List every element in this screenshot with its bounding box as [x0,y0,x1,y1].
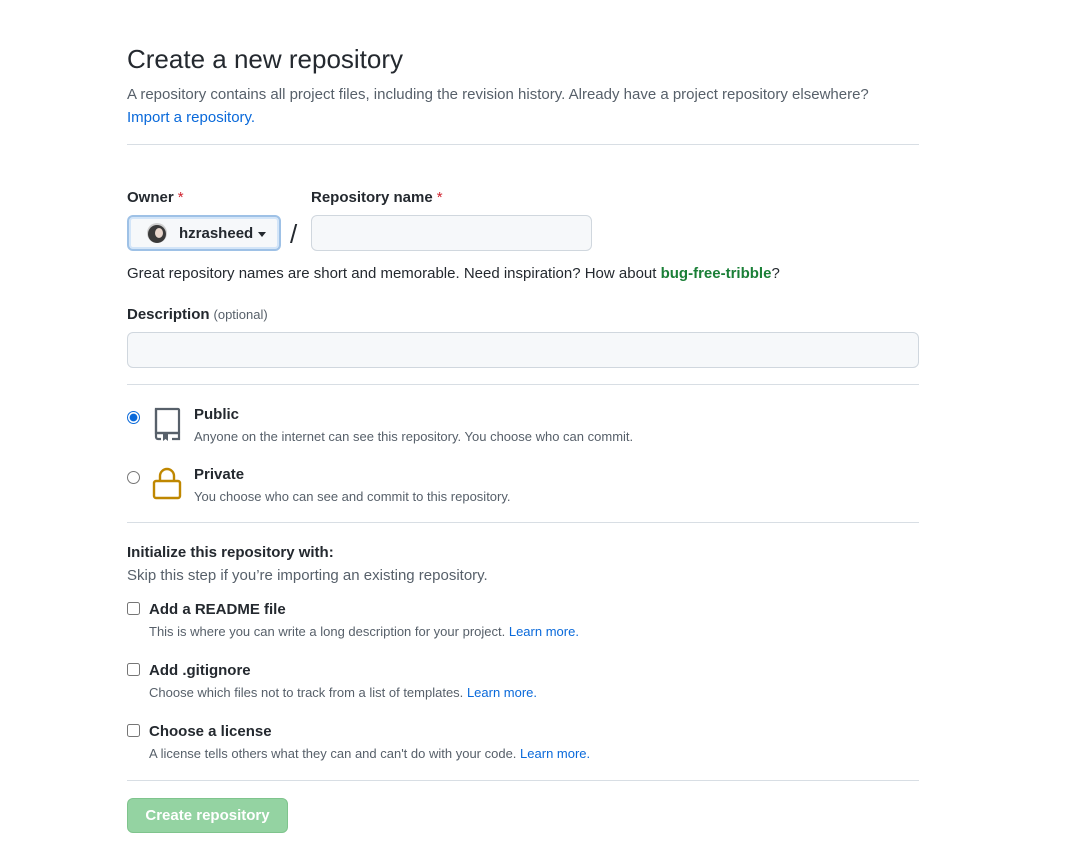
private-description: You choose who can see and commit to thi… [194,489,511,504]
name-hint: Great repository names are short and mem… [127,265,780,282]
readme-description: This is where you can write a long descr… [149,624,579,639]
repo-name-label: Repository name * [311,189,443,206]
owner-name: hzrasheed [179,224,254,242]
create-repository-button[interactable]: Create repository [127,798,288,833]
divider [127,522,919,523]
optional-note: (optional) [213,307,268,322]
public-description: Anyone on the internet can see this repo… [194,429,634,444]
lock-icon [152,466,182,505]
gitignore-description: Choose which files not to track from a l… [149,685,537,700]
description-label-text: Description [127,306,210,323]
name-hint-end: ? [771,265,780,282]
user-avatar [147,223,167,243]
owner-repo-separator: / [290,219,298,249]
gitignore-title: Add .gitignore [149,662,251,679]
license-desc-text: A license tells others what they can and… [149,746,517,761]
description-label: Description (optional) [127,306,268,323]
required-mark: * [436,189,443,206]
license-checkbox[interactable] [127,724,140,737]
owner-label-text: Owner [127,189,174,206]
public-title: Public [194,406,240,423]
divider [127,780,919,781]
description-input[interactable] [127,332,919,368]
init-section-title: Initialize this repository with: [127,544,334,561]
page-subtitle: A repository contains all project files,… [127,83,927,129]
license-description: A license tells others what they can and… [149,746,590,761]
readme-desc-text: This is where you can write a long descr… [149,624,506,639]
gitignore-desc-text: Choose which files not to track from a l… [149,685,464,700]
private-title: Private [194,466,245,483]
required-mark: * [177,189,184,206]
divider [127,384,919,385]
init-section-subtitle: Skip this step if you’re importing an ex… [127,567,488,584]
readme-learn-more-link[interactable]: Learn more. [509,624,579,639]
owner-dropdown[interactable]: hzrasheed [127,215,281,251]
repo-icon [152,406,182,447]
repo-name-label-text: Repository name [311,189,433,206]
private-radio[interactable] [127,471,140,484]
subtitle-text: A repository contains all project files,… [127,86,869,103]
license-learn-more-link[interactable]: Learn more. [520,746,590,761]
owner-label: Owner * [127,189,184,206]
suggested-name-link[interactable]: bug-free-tribble [661,265,772,282]
public-radio[interactable] [127,411,140,424]
gitignore-learn-more-link[interactable]: Learn more. [467,685,537,700]
import-repository-link[interactable]: Import a repository. [127,109,255,126]
gitignore-checkbox[interactable] [127,663,140,676]
page-title: Create a new repository [127,44,404,74]
caret-down-icon [258,231,267,237]
repo-name-input[interactable] [311,215,592,251]
name-hint-text: Great repository names are short and mem… [127,265,661,282]
readme-checkbox[interactable] [127,602,140,615]
divider [127,144,919,145]
readme-title: Add a README file [149,601,286,618]
license-title: Choose a license [149,723,272,740]
